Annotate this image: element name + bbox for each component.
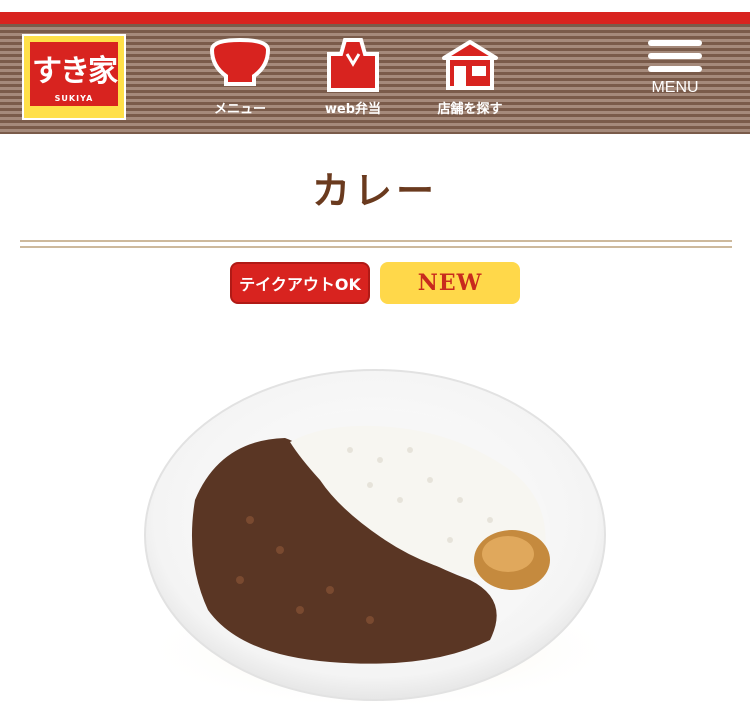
nav-web-bento-label: web弁当	[324, 102, 382, 117]
takeout-bag-icon	[327, 38, 379, 92]
logo-text: すき家	[32, 54, 118, 89]
nav-store-finder-label: 店舗を探す	[437, 102, 503, 117]
store-icon	[442, 40, 498, 90]
new-badge: NEW	[380, 262, 520, 304]
curry-rice-plate-image	[140, 369, 620, 710]
top-red-stripe	[0, 12, 750, 24]
bowl-icon	[209, 37, 271, 86]
nav-menu-label: メニュー	[213, 102, 266, 117]
hamburger-icon	[640, 40, 710, 72]
nav-store-finder[interactable]: 店舗を探す	[425, 36, 515, 126]
menu-label: MENU	[651, 79, 699, 96]
page-title: カレー	[311, 169, 438, 213]
title-divider	[20, 240, 732, 248]
logo-subtext: SUKIYA	[54, 94, 94, 103]
takeout-ok-badge: テイクアウトOK	[230, 262, 370, 304]
site-header: すき家 SUKIYA メニュー web弁当 店舗を探す MENU	[0, 24, 750, 134]
nav-web-bento[interactable]: web弁当	[308, 36, 398, 126]
menu-button[interactable]: MENU	[640, 40, 710, 120]
sukiya-logo[interactable]: すき家 SUKIYA	[22, 34, 126, 120]
nav-menu[interactable]: メニュー	[195, 36, 285, 126]
